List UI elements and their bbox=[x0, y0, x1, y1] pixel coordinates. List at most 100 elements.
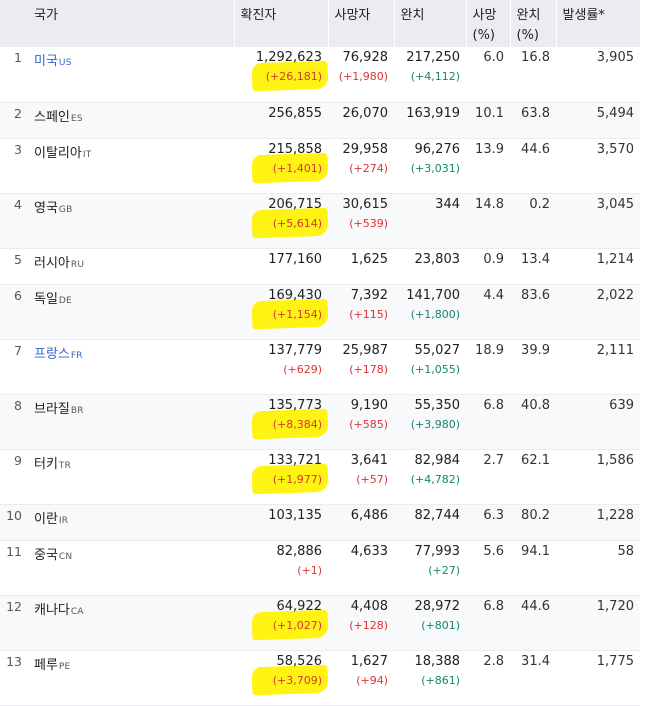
incidence-cell: 5,494 bbox=[556, 102, 640, 139]
confirmed-cell: 82,886 (+1) bbox=[234, 540, 328, 596]
deaths-delta: (+274) bbox=[349, 161, 388, 175]
recovered-cell: 77,993 (+27) bbox=[394, 540, 466, 596]
confirmed-cell: 137,779 (+629) bbox=[234, 339, 328, 395]
country-code: ES bbox=[70, 113, 83, 124]
country-name: 페루 bbox=[34, 657, 58, 673]
header-deaths[interactable]: 사망자 bbox=[328, 0, 395, 47]
deaths-value: 29,958 bbox=[342, 141, 389, 157]
recovered-cell: 18,388 (+861) bbox=[394, 650, 466, 706]
recovered-value: 55,027 bbox=[414, 342, 461, 358]
incidence-cell: 1,214 bbox=[556, 248, 640, 285]
confirmed-value: 206,715 bbox=[268, 196, 322, 212]
table-body: 1 미국US 1,292,623 (+26,181) 76,928 (+1,980) 217… bbox=[0, 47, 640, 706]
incidence-cell: 2,111 bbox=[556, 339, 640, 395]
country-name[interactable]: 미국 bbox=[34, 54, 58, 69]
header-recovery-rate[interactable]: 완치 (%) bbox=[510, 0, 557, 47]
death-rate-cell: 4.4 bbox=[466, 284, 510, 340]
recovered-cell: 82,984 (+4,782) bbox=[394, 449, 466, 505]
recovery-rate-cell: 63.8 bbox=[510, 102, 556, 139]
country-cell: 이란IR bbox=[28, 504, 234, 541]
confirmed-delta: (+8,384) bbox=[272, 417, 322, 431]
rank-cell: 5 bbox=[0, 248, 28, 285]
rank-cell: 13 bbox=[0, 650, 28, 706]
table-row: 2 스페인ES 256,855 26,070 163,919 10.1 63.8 5,494 bbox=[0, 102, 640, 139]
confirmed-delta: (+1,401) bbox=[272, 161, 322, 175]
deaths-cell: 25,987 (+178) bbox=[328, 339, 394, 395]
country-code: GB bbox=[58, 204, 73, 215]
recovery-rate-cell: 40.8 bbox=[510, 394, 556, 450]
table-row: 8 브라질BR 135,773 (+8,384) 9,190 (+585) 55,350 (+… bbox=[0, 394, 640, 450]
recovered-value: 23,803 bbox=[414, 251, 461, 267]
table-row: 1 미국US 1,292,623 (+26,181) 76,928 (+1,980) 217… bbox=[0, 47, 640, 103]
country-name: 터키 bbox=[34, 456, 58, 472]
country-cell: 캐나다CA bbox=[28, 595, 234, 651]
recovered-cell: 82,744 bbox=[394, 504, 466, 541]
deaths-value: 1,627 bbox=[350, 653, 388, 669]
confirmed-delta: (+1,154) bbox=[272, 307, 322, 321]
confirmed-cell: 103,135 bbox=[234, 504, 328, 541]
incidence-cell: 3,905 bbox=[556, 47, 640, 103]
death-rate-cell: 13.9 bbox=[466, 138, 510, 194]
header-country[interactable]: 국가 bbox=[28, 0, 235, 47]
deaths-cell: 1,625 bbox=[328, 248, 394, 285]
confirmed-value: 135,773 bbox=[268, 397, 322, 413]
recovered-value: 96,276 bbox=[414, 141, 461, 157]
deaths-cell: 4,633 bbox=[328, 540, 394, 596]
table-row: 4 영국GB 206,715 (+5,614) 30,615 (+539) 344 14.8 0… bbox=[0, 193, 640, 249]
death-rate-cell: 2.7 bbox=[466, 449, 510, 505]
header-recovered[interactable]: 완치 bbox=[394, 0, 467, 47]
header-incidence[interactable]: 발생률* bbox=[556, 0, 641, 47]
recovery-rate-cell: 16.8 bbox=[510, 47, 556, 103]
rank-cell: 4 bbox=[0, 193, 28, 249]
country-cell[interactable]: 미국US bbox=[28, 47, 234, 103]
table-row: 11 중국CN 82,886 (+1) 4,633 77,993 (+27) 5.6 94.1 5… bbox=[0, 540, 640, 596]
country-cell[interactable]: 프랑스FR bbox=[28, 339, 234, 395]
recovered-cell: 163,919 bbox=[394, 102, 466, 139]
country-cell: 브라질BR bbox=[28, 394, 234, 450]
recovered-cell: 28,972 (+801) bbox=[394, 595, 466, 651]
confirmed-value: 82,886 bbox=[276, 543, 323, 559]
recovered-value: 18,388 bbox=[414, 653, 461, 669]
confirmed-value: 64,922 bbox=[276, 598, 323, 614]
country-code: US bbox=[58, 58, 72, 68]
recovered-value: 55,350 bbox=[414, 397, 461, 413]
deaths-cell: 4,408 (+128) bbox=[328, 595, 394, 651]
country-name: 영국 bbox=[34, 200, 58, 216]
country-name[interactable]: 프랑스 bbox=[34, 347, 70, 362]
deaths-value: 25,987 bbox=[342, 342, 389, 358]
death-rate-cell: 0.9 bbox=[466, 248, 510, 285]
incidence-cell: 1,775 bbox=[556, 650, 640, 706]
recovered-cell: 217,250 (+4,112) bbox=[394, 47, 466, 103]
recovered-value: 82,744 bbox=[414, 507, 461, 523]
table-row: 13 페루PE 58,526 (+3,709) 1,627 (+94) 18,388 (+86… bbox=[0, 650, 640, 706]
country-name: 중국 bbox=[34, 547, 58, 563]
country-cell: 러시아RU bbox=[28, 248, 234, 285]
confirmed-value: 103,135 bbox=[268, 507, 322, 523]
country-cell: 페루PE bbox=[28, 650, 234, 706]
deaths-delta: (+178) bbox=[349, 362, 388, 376]
recovered-cell: 344 bbox=[394, 193, 466, 249]
rank-cell: 12 bbox=[0, 595, 28, 651]
confirmed-value: 137,779 bbox=[268, 342, 322, 358]
death-rate-cell: 6.0 bbox=[466, 47, 510, 103]
recovered-value: 141,700 bbox=[406, 287, 460, 303]
deaths-cell: 6,486 bbox=[328, 504, 394, 541]
recovered-cell: 141,700 (+1,800) bbox=[394, 284, 466, 340]
country-name: 브라질 bbox=[34, 401, 70, 417]
confirmed-delta: (+1,027) bbox=[272, 618, 322, 632]
deaths-cell: 30,615 (+539) bbox=[328, 193, 394, 249]
recovered-delta: (+4,782) bbox=[410, 472, 460, 486]
deaths-value: 30,615 bbox=[342, 196, 389, 212]
recovered-delta: (+3,031) bbox=[410, 161, 460, 175]
deaths-delta: (+94) bbox=[356, 673, 388, 687]
confirmed-delta: (+5,614) bbox=[272, 216, 322, 230]
recovered-delta: (+3,980) bbox=[410, 417, 460, 431]
recovery-rate-cell: 44.6 bbox=[510, 138, 556, 194]
deaths-value: 7,392 bbox=[350, 287, 388, 303]
country-cell: 이탈리아IT bbox=[28, 138, 234, 194]
death-rate-cell: 14.8 bbox=[466, 193, 510, 249]
confirmed-value: 177,160 bbox=[268, 251, 322, 267]
header-death-rate[interactable]: 사망 (%) bbox=[466, 0, 511, 47]
table-row: 7 프랑스FR 137,779 (+629) 25,987 (+178) 55,027 (+1… bbox=[0, 339, 640, 395]
header-confirmed[interactable]: 확진자 bbox=[234, 0, 329, 47]
